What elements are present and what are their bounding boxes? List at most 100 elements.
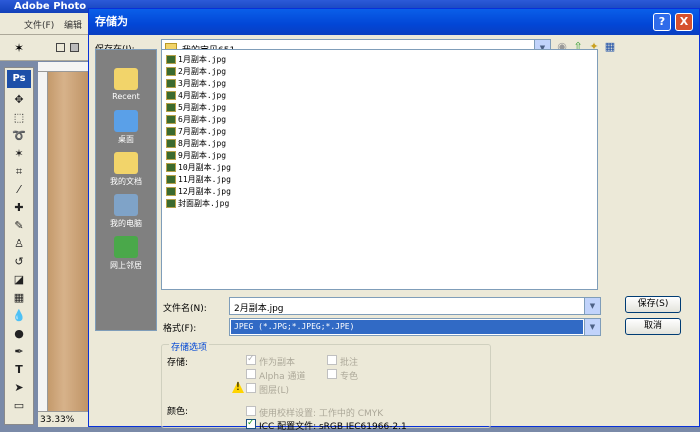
jpg-file-icon <box>166 103 176 112</box>
place-my-computer-label: 我的电脑 <box>110 219 142 228</box>
place-my-documents-label: 我的文档 <box>110 177 142 186</box>
list-item[interactable]: 11月副本.jpg <box>166 174 231 186</box>
crop-tool-icon[interactable]: ⌗ <box>9 164 29 180</box>
my-documents-icon <box>114 152 138 174</box>
blur-tool-icon[interactable]: 💧 <box>9 308 29 324</box>
place-desktop-label: 桌面 <box>118 135 134 144</box>
place-desktop[interactable]: 桌面 <box>96 110 156 145</box>
menu-file[interactable]: 文件(F) <box>24 18 54 31</box>
eraser-tool-icon[interactable]: ◪ <box>9 272 29 288</box>
list-item[interactable]: 5月副本.jpg <box>166 102 226 114</box>
save-button[interactable]: 保存(S) <box>625 296 681 313</box>
close-button[interactable]: X <box>675 13 693 31</box>
file-name: 2月副本.jpg <box>178 67 227 76</box>
list-item[interactable]: 封面副本.jpg <box>166 198 229 210</box>
path-select-icon[interactable]: ➤ <box>9 380 29 396</box>
type-tool-icon[interactable]: T <box>9 362 29 378</box>
file-name: 3月副本.jpg <box>178 79 227 88</box>
file-name: 7月副本.jpg <box>178 127 227 136</box>
new-selection-icon[interactable] <box>56 43 65 52</box>
zoom-level[interactable]: 33.33% <box>38 411 88 427</box>
toolbox: Ps ✥ ⬚ ➰ ✶ ⌗ ⁄ ✚ ✎ ♙ ↺ ◪ ▦ 💧 ● ✒ T ➤ ▭ <box>4 67 34 425</box>
slice-tool-icon[interactable]: ⁄ <box>9 182 29 198</box>
layers-label: 图层(L) <box>259 386 290 396</box>
help-button[interactable]: ? <box>653 13 671 31</box>
recent-icon <box>114 68 138 90</box>
store-label: 存储: <box>167 358 189 368</box>
lasso-tool-icon[interactable]: ➰ <box>9 128 29 144</box>
jpg-file-icon <box>166 199 176 208</box>
save-as-dialog: 存储为 ? X 保存在(I): 我的宝贝651 ▼ ◉ ⇧ ✦ ▦ Recent… <box>88 8 700 432</box>
jpg-file-icon <box>166 163 176 172</box>
jpg-file-icon <box>166 79 176 88</box>
layers-checkbox[interactable] <box>246 383 256 393</box>
move-tool-icon[interactable]: ✥ <box>9 92 29 108</box>
as-copy-checkbox[interactable] <box>246 354 256 365</box>
list-item[interactable]: 9月副本.jpg <box>166 150 226 162</box>
gradient-tool-icon[interactable]: ▦ <box>9 290 29 306</box>
save-options-title: 存储选项 <box>169 340 210 353</box>
list-item[interactable]: 3月副本.jpg <box>166 78 226 90</box>
jpg-file-icon <box>166 127 176 136</box>
place-recent[interactable]: Recent <box>96 68 156 101</box>
magic-wand-tool-icon[interactable]: ✶ <box>9 146 29 162</box>
icc-profile-label: ICC 配置文件: sRGB IEC61966-2.1 <box>259 422 407 432</box>
jpg-file-icon <box>166 55 176 64</box>
magic-wand-icon[interactable]: ✶ <box>14 41 24 55</box>
jpg-file-icon <box>166 115 176 124</box>
file-list[interactable]: 1月副本.jpg 2月副本.jpg 3月副本.jpg 4月副本.jpg 5月副本… <box>161 49 598 290</box>
add-selection-icon[interactable] <box>70 43 79 52</box>
cancel-button[interactable]: 取消 <box>625 318 681 335</box>
brush-tool-icon[interactable]: ✎ <box>9 218 29 234</box>
proof-setup-checkbox[interactable] <box>246 406 256 416</box>
stamp-tool-icon[interactable]: ♙ <box>9 236 29 252</box>
jpg-file-icon <box>166 151 176 160</box>
ruler-top <box>38 62 88 72</box>
list-item[interactable]: 1月副本.jpg <box>166 54 226 66</box>
document-canvas[interactable] <box>48 72 88 417</box>
place-my-computer[interactable]: 我的电脑 <box>96 194 156 229</box>
dialog-title: 存储为 <box>95 15 128 28</box>
annotations-checkbox[interactable] <box>327 355 337 365</box>
icc-profile-checkbox[interactable] <box>246 418 256 429</box>
file-name: 5月副本.jpg <box>178 103 227 112</box>
color-label: 颜色: <box>167 407 189 417</box>
list-item[interactable]: 8月副本.jpg <box>166 138 226 150</box>
list-item[interactable]: 2月副本.jpg <box>166 66 226 78</box>
file-name: 6月副本.jpg <box>178 115 227 124</box>
pen-tool-icon[interactable]: ✒ <box>9 344 29 360</box>
place-network[interactable]: 网上邻居 <box>96 236 156 271</box>
place-my-documents[interactable]: 我的文档 <box>96 152 156 187</box>
chevron-down-icon[interactable]: ▼ <box>584 298 600 314</box>
menu-edit[interactable]: 编辑 <box>64 18 82 31</box>
filename-field[interactable]: 2月副本.jpg ▼ <box>229 297 601 315</box>
view-menu-icon[interactable]: ▦ <box>603 40 617 54</box>
list-item[interactable]: 4月副本.jpg <box>166 90 226 102</box>
place-network-label: 网上邻居 <box>110 261 142 270</box>
filename-label: 文件名(N): <box>163 304 207 314</box>
spot-color-label: 专色 <box>340 372 359 382</box>
list-item[interactable]: 10月副本.jpg <box>166 162 231 174</box>
place-recent-label: Recent <box>112 92 140 101</box>
file-name: 12月副本.jpg <box>178 187 231 196</box>
jpg-file-icon <box>166 187 176 196</box>
list-item[interactable]: 7月副本.jpg <box>166 126 226 138</box>
file-name: 4月副本.jpg <box>178 91 227 100</box>
format-select[interactable]: JPEG (*.JPG;*.JPEG;*.JPE) ▼ <box>229 318 601 336</box>
as-copy-label: 作为副本 <box>259 358 296 368</box>
healing-tool-icon[interactable]: ✚ <box>9 200 29 216</box>
options-bar: ✶ <box>0 35 90 61</box>
jpg-file-icon <box>166 139 176 148</box>
marquee-tool-icon[interactable]: ⬚ <box>9 110 29 126</box>
dodge-tool-icon[interactable]: ● <box>9 326 29 342</box>
list-item[interactable]: 12月副本.jpg <box>166 186 231 198</box>
history-brush-icon[interactable]: ↺ <box>9 254 29 270</box>
file-name: 1月副本.jpg <box>178 55 227 64</box>
shape-tool-icon[interactable]: ▭ <box>9 398 29 414</box>
alpha-checkbox[interactable] <box>246 369 256 379</box>
spot-color-checkbox[interactable] <box>327 369 337 379</box>
ruler-left <box>38 72 48 417</box>
file-name: 11月副本.jpg <box>178 175 231 184</box>
chevron-down-icon[interactable]: ▼ <box>584 319 600 335</box>
list-item[interactable]: 6月副本.jpg <box>166 114 226 126</box>
